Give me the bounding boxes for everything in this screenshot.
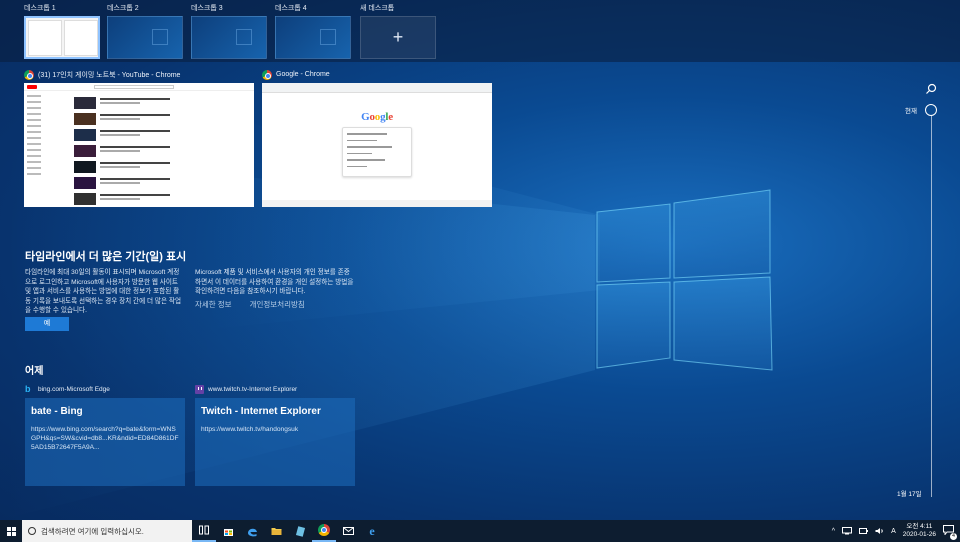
window-thumbnail[interactable]: Google <box>262 83 492 207</box>
timeline-track[interactable] <box>931 112 932 497</box>
window-youtube-chrome[interactable]: (31) 17인치 게이밍 노트북 - YouTube - Chrome <box>24 68 254 207</box>
desktop-thumbnail[interactable] <box>275 16 351 59</box>
taskbar: 검색하려면 여기에 입력하십시오. e ^ A 오전 4:11 2020-01-… <box>0 520 960 542</box>
store-icon[interactable] <box>216 520 240 542</box>
activity-source: www.twitch.tv-Internet Explorer <box>195 382 355 396</box>
chrome-icon <box>318 524 330 536</box>
new-desktop-label: 새 데스크톱 <box>360 5 395 12</box>
start-button[interactable] <box>0 520 22 542</box>
notification-center-icon[interactable]: 4 <box>943 525 957 540</box>
chrome-icon <box>24 69 34 80</box>
desktop-thumbnail[interactable] <box>24 16 100 59</box>
desktop-thumbnail[interactable] <box>107 16 183 59</box>
activity-source-label: bing.com-Microsoft Edge <box>38 385 110 393</box>
search-placeholder: 검색하려면 여기에 입력하십시오. <box>41 526 144 536</box>
promo-links: 자세한 정보 개인정보처리방침 <box>195 299 305 310</box>
desktop-4[interactable]: 데스크톱 4 <box>275 4 351 59</box>
internet-explorer-icon[interactable]: e <box>360 520 384 542</box>
twitch-icon <box>195 384 204 394</box>
google-logo: Google <box>361 111 393 123</box>
activity-source: b bing.com-Microsoft Edge <box>25 382 185 396</box>
system-tray: ^ A 오전 4:11 2020-01-26 4 <box>832 523 960 540</box>
section-title-yesterday: 어제 <box>25 366 44 377</box>
activity-source-label: www.twitch.tv-Internet Explorer <box>208 385 298 393</box>
chrome-taskbar-icon[interactable] <box>312 520 336 542</box>
activity-bing[interactable]: b bing.com-Microsoft Edge bate - Bing ht… <box>25 382 185 486</box>
window-title: Google - Chrome <box>276 71 330 78</box>
timeline-slider-handle[interactable] <box>925 104 937 116</box>
window-thumbnail[interactable] <box>24 83 254 207</box>
window-google-chrome[interactable]: Google - Chrome Google <box>262 68 492 207</box>
activity-card[interactable]: Twitch - Internet Explorer https://www.t… <box>195 398 355 486</box>
edge-icon[interactable] <box>240 520 264 542</box>
activity-card-url: https://www.twitch.tv/handongsuk <box>201 426 299 433</box>
activity-twitch[interactable]: www.twitch.tv-Internet Explorer Twitch -… <box>195 382 355 486</box>
privacy-policy-link[interactable]: 개인정보처리방침 <box>250 299 305 310</box>
mail-icon[interactable] <box>336 520 360 542</box>
window-title: (31) 17인치 게이밍 노트북 - YouTube - Chrome <box>38 71 181 79</box>
desktop-1[interactable]: 데스크톱 1 <box>24 4 100 59</box>
desktop-3[interactable]: 데스크톱 3 <box>191 4 267 59</box>
photos-app-icon[interactable] <box>288 520 312 542</box>
timeline-now-label: 현재 <box>905 108 917 115</box>
task-view-icon[interactable] <box>192 520 216 542</box>
file-explorer-icon[interactable] <box>264 520 288 542</box>
new-desktop-button[interactable]: + <box>360 16 436 59</box>
desktop-label: 데스크톱 1 <box>24 5 56 12</box>
more-info-link[interactable]: 자세한 정보 <box>195 299 232 310</box>
notification-count-badge: 4 <box>950 533 957 540</box>
windows-logo-icon <box>6 526 16 536</box>
search-icon <box>28 527 36 535</box>
clock-date: 2020-01-26 <box>902 531 936 538</box>
taskbar-search-box[interactable]: 검색하려면 여기에 입력하십시오. <box>22 520 192 542</box>
battery-icon[interactable] <box>859 527 869 535</box>
window-title-bar: Google - Chrome <box>262 68 492 81</box>
virtual-desktops-bar: 데스크톱 1 데스크톱 2 데스크톱 3 데스크톱 4 새 데스크톱 + <box>0 0 960 62</box>
promo-description: 타임라인에 최대 30일의 활동이 표시되며 Microsoft 계정으로 로그… <box>25 269 182 315</box>
desktop-label: 데스크톱 3 <box>191 5 223 12</box>
new-desktop[interactable]: 새 데스크톱 + <box>360 4 436 59</box>
timeline-search-icon[interactable] <box>925 83 937 95</box>
clock[interactable]: 오전 4:11 2020-01-26 <box>903 523 936 539</box>
promo-title: 타임라인에서 더 많은 기간(일) 표시 <box>25 251 187 263</box>
desktop-label: 데스크톱 4 <box>275 5 307 12</box>
clock-time: 오전 4:11 <box>906 523 933 530</box>
desktop-label: 데스크톱 2 <box>107 5 139 12</box>
bing-icon: b <box>25 384 31 394</box>
timeline-date-label: 1월 17일 <box>897 491 922 498</box>
activity-card-title: Twitch - Internet Explorer <box>201 406 321 417</box>
activity-card-title: bate - Bing <box>31 406 83 417</box>
volume-icon[interactable] <box>875 527 884 535</box>
yes-button[interactable]: 예 <box>25 317 69 331</box>
activity-card[interactable]: bate - Bing https://www.bing.com/search?… <box>25 398 185 486</box>
network-icon[interactable] <box>842 527 853 535</box>
window-title-bar: (31) 17인치 게이밍 노트북 - YouTube - Chrome <box>24 68 254 81</box>
chevron-up-icon[interactable]: ^ <box>832 528 835 535</box>
input-method-indicator[interactable]: A <box>891 528 896 535</box>
desktop-2[interactable]: 데스크톱 2 <box>107 4 183 59</box>
chrome-icon <box>262 69 272 80</box>
youtube-logo-icon <box>27 85 37 89</box>
promo-privacy-text: Microsoft 제품 및 서비스에서 사용자의 개인 정보를 존중하면서 이… <box>195 269 354 296</box>
activity-card-url: https://www.bing.com/search?q=bate&form=… <box>31 426 179 451</box>
desktop-thumbnail[interactable] <box>191 16 267 59</box>
plus-icon: + <box>392 27 404 47</box>
